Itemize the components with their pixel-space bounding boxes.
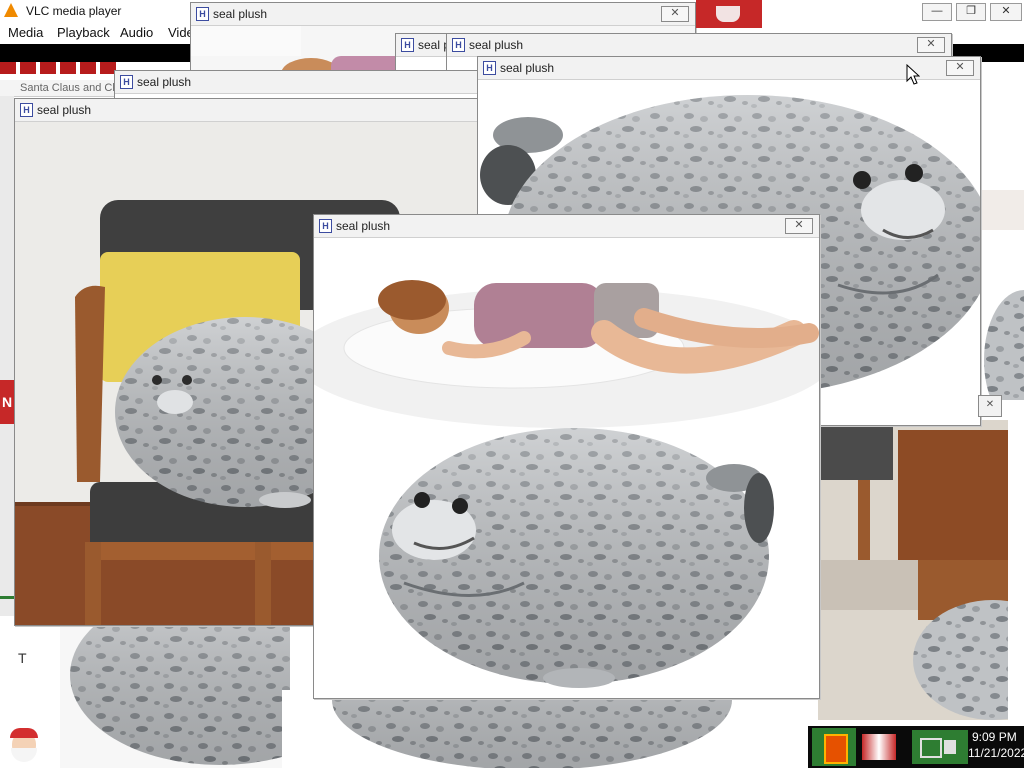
window-app-icon: H bbox=[20, 103, 33, 117]
seal-photo bbox=[70, 620, 290, 765]
window-title-bar[interactable]: H seal plush bbox=[15, 99, 485, 122]
taskbar: 9:09 PM 11/21/2022 bbox=[808, 726, 1024, 768]
window-title: seal plush bbox=[469, 38, 524, 52]
background-red-block: N bbox=[0, 380, 14, 424]
menu-audio[interactable]: Audio bbox=[120, 25, 153, 40]
window-title-bar[interactable]: H seal plush ✕ bbox=[191, 3, 695, 26]
seal-plush-with-woman-photo bbox=[314, 238, 819, 698]
christmas-banner bbox=[0, 62, 120, 74]
background-red-letter: N bbox=[2, 394, 13, 410]
partial-window-frame: ✕ bbox=[978, 395, 1002, 417]
seal-photo bbox=[332, 690, 732, 768]
seal-photo bbox=[978, 190, 1024, 400]
santa-beard bbox=[11, 748, 37, 762]
window-title: seal plush bbox=[336, 219, 391, 233]
restore-button[interactable]: ❐ bbox=[956, 3, 986, 21]
background-left-panel bbox=[0, 96, 14, 616]
mouse-cursor-icon bbox=[906, 64, 920, 85]
window-title-bar[interactable]: H seal plush bbox=[115, 71, 495, 94]
window-close-button[interactable]: ✕ bbox=[785, 218, 813, 234]
santa-icon[interactable] bbox=[2, 726, 46, 766]
seal-image-right-edge bbox=[978, 100, 1024, 400]
cup-icon bbox=[716, 6, 740, 22]
clock-time[interactable]: 9:09 PM bbox=[972, 730, 1017, 744]
vlc-window-title: VLC media player bbox=[26, 4, 122, 18]
window-close-button[interactable]: ✕ bbox=[946, 60, 974, 76]
chair-photo bbox=[818, 420, 1008, 720]
window-title-bar[interactable]: H seal plush ✕ bbox=[314, 215, 819, 238]
santa-hat bbox=[10, 728, 38, 738]
window-app-icon: H bbox=[401, 38, 414, 52]
seal-image-bottom-mid bbox=[282, 690, 782, 768]
window-app-icon: H bbox=[319, 219, 332, 233]
red-thumbnail bbox=[696, 0, 762, 28]
window-title: seal plush bbox=[137, 75, 192, 89]
window-title-bar[interactable]: H seal plush ✕ bbox=[478, 57, 980, 80]
window-content bbox=[314, 238, 819, 698]
vlc-cone-icon bbox=[4, 3, 18, 17]
background-letter: T bbox=[18, 650, 27, 666]
clock-date[interactable]: 11/21/2022 bbox=[968, 746, 1024, 760]
seal-image-right-stack bbox=[818, 420, 1008, 720]
window-title: seal plush bbox=[500, 61, 555, 75]
menu-playback[interactable]: Playback bbox=[57, 25, 110, 40]
volume-icon bbox=[944, 740, 956, 754]
minimize-button[interactable]: — bbox=[922, 3, 952, 21]
close-button[interactable]: ✕ bbox=[990, 3, 1022, 21]
window-app-icon: H bbox=[483, 61, 496, 75]
taskbar-app-icon[interactable] bbox=[812, 728, 856, 766]
window-title-bar[interactable]: H seal plush ✕ bbox=[447, 34, 951, 57]
tray-icons[interactable] bbox=[912, 730, 968, 764]
window-app-icon: H bbox=[120, 75, 133, 89]
seal-plush-window-main[interactable]: H seal plush ✕ bbox=[313, 214, 820, 699]
window-close-button[interactable]: ✕ bbox=[917, 37, 945, 53]
window-app-icon: H bbox=[452, 38, 465, 52]
app-icon-inner bbox=[824, 734, 848, 764]
window-title: seal plush bbox=[37, 103, 92, 117]
background-green-line bbox=[0, 596, 14, 599]
window-title: seal plush bbox=[213, 7, 268, 21]
background-browser-text: Santa Claus and Chi... bbox=[0, 80, 130, 97]
taskbar-red-strip bbox=[862, 734, 896, 760]
menu-media[interactable]: Media bbox=[8, 25, 43, 40]
network-icon bbox=[920, 738, 942, 758]
window-app-icon: H bbox=[196, 7, 209, 21]
window-close-button[interactable]: ✕ bbox=[661, 6, 689, 22]
seal-image-bottom-left bbox=[60, 620, 290, 768]
